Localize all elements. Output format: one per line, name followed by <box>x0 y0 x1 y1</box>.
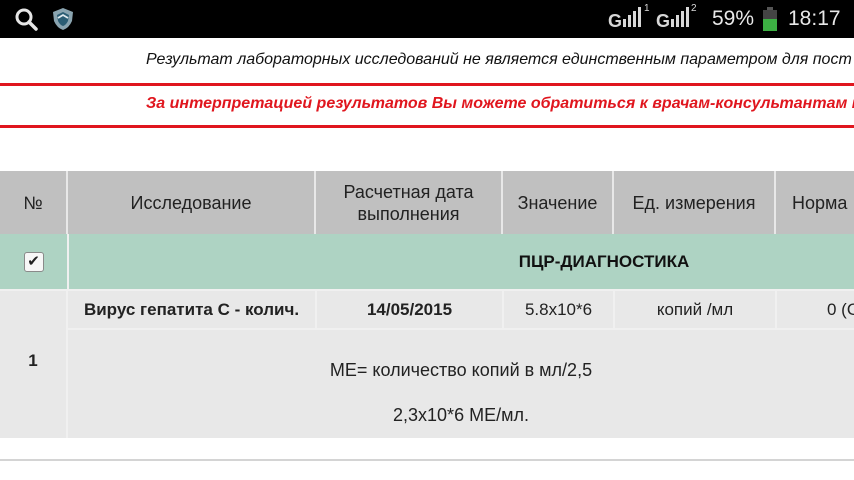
group-select-cell: ✔ <box>0 234 67 289</box>
column-header-unit: Ед. измерения <box>614 171 776 234</box>
row-date: 14/05/2015 <box>366 299 453 319</box>
shield-icon <box>52 7 74 36</box>
consultation-notice: За интерпретацией результатов Вы можете … <box>146 95 854 112</box>
svg-text:G: G <box>608 11 622 31</box>
row-number: 1 <box>28 351 38 370</box>
row-unit: копий /мл <box>656 299 734 319</box>
row-note-line1: МЕ= количество копий в мл/2,5 <box>329 360 593 380</box>
row-norm: 0 (О <box>827 299 854 319</box>
column-header-date-line2: выполнения <box>357 203 460 224</box>
row-study[interactable]: Вирус гепатита С - колич. <box>68 291 315 328</box>
column-header-date-line1: Расчетная дата <box>343 181 474 202</box>
group-checkbox[interactable]: ✔ <box>23 251 44 272</box>
results-table: № Исследование Расчетная дата выполнения… <box>0 171 854 438</box>
disclaimer-text: Результат лабораторных исследований не я… <box>146 51 852 68</box>
page-divider <box>0 459 854 461</box>
sim1-label: 1 <box>644 3 650 14</box>
clock: 18:17 <box>788 7 841 30</box>
column-header-date: Расчетная дата выполнения <box>316 171 503 234</box>
column-header-study: Исследование <box>68 171 316 234</box>
column-header-norm: Норма <box>776 171 854 234</box>
sim2-label: 2 <box>691 3 697 14</box>
column-header-number: № <box>0 171 68 234</box>
row-value: 5.8x10*6 <box>524 299 593 319</box>
search-icon[interactable] <box>14 7 38 36</box>
status-bar: G 1 G 2 59% 18:17 <box>0 0 854 38</box>
group-title: ПЦР-ДИАГНОСТИКА <box>518 251 690 271</box>
notice-divider-bottom <box>0 125 854 128</box>
battery-percent: 59% <box>712 7 755 30</box>
column-header-value: Значение <box>503 171 614 234</box>
svg-text:G: G <box>656 11 670 31</box>
battery-icon <box>761 6 779 37</box>
notice-divider-top <box>0 83 854 86</box>
row-note-line2: 2,3x10*6 МЕ/мл. <box>393 405 529 425</box>
